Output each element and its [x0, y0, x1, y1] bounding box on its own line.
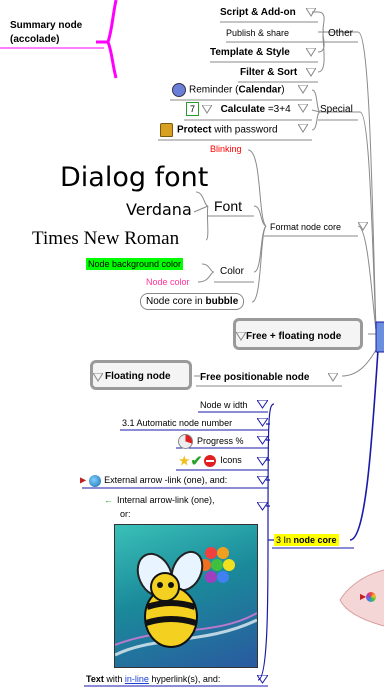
- fold-icon[interactable]: [256, 674, 269, 687]
- fold-icon[interactable]: [256, 417, 269, 430]
- calc-formula: =3+4: [267, 104, 291, 115]
- node-free-floating[interactable]: Free + floating node: [233, 318, 363, 350]
- fold-icon[interactable]: [200, 104, 213, 114]
- calc-label: Calculate: [220, 104, 266, 115]
- node-text-hyperlink[interactable]: Text with in-line hyperlink(s), and:: [86, 673, 220, 685]
- node-template-style[interactable]: Template & Style: [210, 47, 290, 59]
- node-reminder-prefix: Reminder (: [189, 84, 239, 96]
- node-in-node-core-bold: node core: [293, 535, 337, 545]
- node-filter-sort-label: Filter & Sort: [240, 67, 298, 78]
- fold-icon[interactable]: [327, 372, 339, 385]
- node-calculate[interactable]: 7 Calculate =3+4: [186, 102, 291, 116]
- node-format-core[interactable]: Format node core: [270, 221, 341, 233]
- node-external-link-label: External arrow -link (one), and:: [104, 475, 228, 485]
- node-blinking[interactable]: Blinking: [210, 143, 242, 155]
- node-reminder-suffix: ): [281, 84, 285, 96]
- stop-icon: [204, 454, 217, 467]
- node-verdana[interactable]: Verdana: [126, 201, 192, 219]
- node-template-style-label: Template & Style: [210, 47, 290, 58]
- flower-icon: [366, 592, 377, 602]
- node-in-node-core-prefix: 3 In: [276, 535, 294, 545]
- inline-hyperlink[interactable]: in-line: [125, 674, 149, 684]
- fold-icon[interactable]: [256, 475, 269, 488]
- node-free-positionable[interactable]: Free positionable node: [200, 372, 309, 384]
- node-protect[interactable]: Protect with password: [160, 123, 278, 137]
- node-free-floating-label: Free + floating node: [246, 331, 342, 342]
- fold-icon[interactable]: [297, 123, 309, 136]
- fold-icon[interactable]: [236, 332, 246, 341]
- node-text-mid: with: [103, 674, 125, 684]
- fold-icon[interactable]: [357, 221, 369, 234]
- node-bg-color[interactable]: Node background color: [86, 258, 184, 270]
- node-progress[interactable]: Progress %: [178, 434, 244, 449]
- fold-icon[interactable]: [305, 47, 317, 60]
- node-script-addon-label: Script & Add-on: [220, 7, 296, 18]
- fold-icon[interactable]: [256, 456, 269, 469]
- cloud-node-icons[interactable]: ▶: [360, 592, 377, 602]
- fold-icon[interactable]: [93, 373, 103, 382]
- progress-icon: [178, 434, 193, 449]
- node-progress-label: Progress %: [197, 435, 244, 446]
- bee-image: [114, 524, 258, 668]
- fold-icon[interactable]: [256, 501, 269, 514]
- lock-icon: [160, 123, 173, 137]
- fold-icon[interactable]: [297, 103, 309, 116]
- node-color-group[interactable]: Color: [220, 266, 244, 278]
- node-icons-label: Icons: [220, 455, 242, 465]
- node-icons[interactable]: ★✔ Icons: [178, 452, 242, 469]
- clock-icon: [172, 83, 186, 97]
- link-arrow-icon: ▶: [80, 475, 87, 485]
- left-arrow-icon: ←: [104, 495, 113, 505]
- node-bubble[interactable]: Node core in bubble: [140, 293, 245, 310]
- node-internal-link-line1: Internal arrow-link (one),: [117, 495, 215, 505]
- node-script-addon[interactable]: Script & Add-on: [220, 7, 308, 19]
- protect-rest: with password: [211, 124, 278, 136]
- node-times[interactable]: Times New Roman: [32, 228, 179, 250]
- globe-icon: [89, 474, 102, 487]
- node-publish-share-label: Publish & share: [226, 28, 290, 38]
- node-floating-label: Floating node: [105, 371, 171, 382]
- summary-node[interactable]: Summary node (accolade): [10, 20, 82, 46]
- checkmark-icon: ✔: [190, 452, 203, 469]
- node-internal-link-line2: or:: [120, 509, 131, 519]
- node-bubble-bold: bubble: [205, 296, 239, 307]
- root-node-edge: [375, 321, 384, 353]
- node-publish-share[interactable]: Publish & share: [226, 27, 289, 39]
- node-dialog-font[interactable]: Dialog font: [60, 163, 208, 193]
- calc-number: 7: [186, 102, 200, 116]
- summary-node-line2: (accolade): [10, 34, 60, 45]
- fold-icon[interactable]: [256, 399, 269, 412]
- node-color[interactable]: Node color: [146, 276, 190, 288]
- node-special[interactable]: Special: [320, 104, 353, 116]
- fold-icon[interactable]: [305, 67, 317, 80]
- fold-icon[interactable]: [297, 84, 309, 97]
- protect-bold: Protect: [177, 124, 212, 136]
- node-internal-link[interactable]: ← Internal arrow-link (one), or:: [104, 494, 215, 520]
- node-reminder-calendar: Calendar: [238, 84, 282, 96]
- node-external-link[interactable]: ▶ External arrow -link (one), and:: [80, 474, 227, 487]
- node-filter-sort[interactable]: Filter & Sort: [240, 67, 297, 79]
- summary-brace: [106, 0, 118, 79]
- node-auto-number[interactable]: 3.1 Automatic node number: [122, 417, 232, 429]
- node-floating[interactable]: Floating node: [90, 360, 192, 390]
- node-width[interactable]: Node w idth: [200, 399, 248, 411]
- node-font[interactable]: Font: [214, 198, 242, 214]
- summary-node-line1: Summary node: [10, 20, 83, 31]
- node-bubble-prefix: Node core in: [146, 296, 206, 307]
- fold-icon[interactable]: [305, 7, 317, 20]
- node-other[interactable]: Other: [328, 28, 353, 40]
- node-text-rest: hyperlink(s), and:: [148, 674, 221, 684]
- node-text-bold: Text: [86, 674, 104, 684]
- star-icon: ★: [178, 452, 191, 469]
- node-reminder[interactable]: Reminder (Calendar): [172, 83, 285, 97]
- fold-icon[interactable]: [256, 435, 269, 448]
- node-in-node-core[interactable]: 3 In node core: [274, 534, 339, 546]
